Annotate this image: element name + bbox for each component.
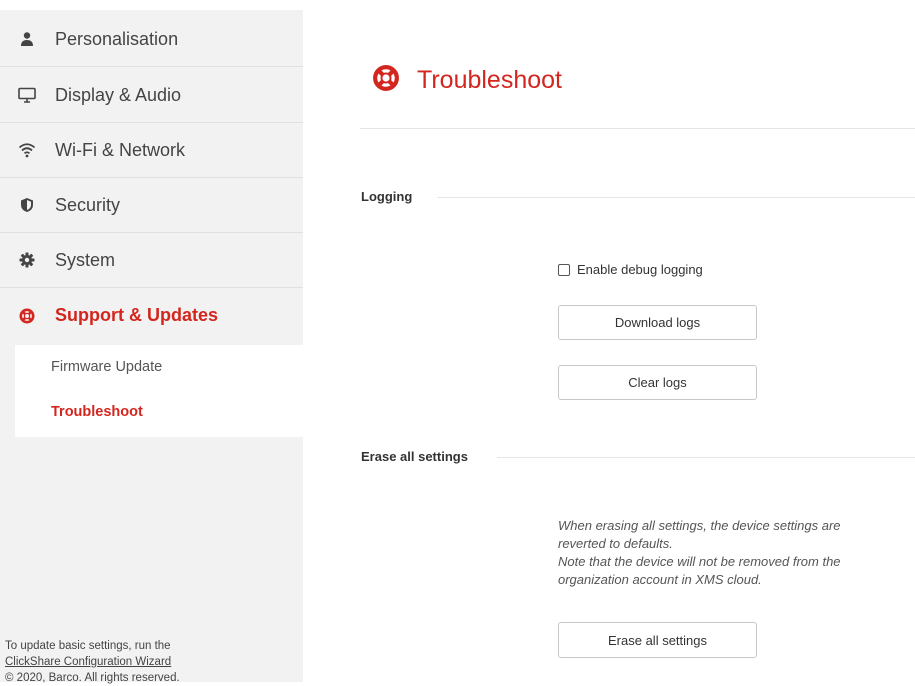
erase-description-line: reverted to defaults. [558, 536, 673, 551]
shield-icon [18, 196, 36, 214]
erase-description: When erasing all settings, the device se… [558, 517, 910, 589]
sidebar-item-label: Personalisation [55, 28, 179, 49]
section-divider [437, 197, 915, 198]
wifi-icon [18, 141, 36, 159]
sidebar-item-wifi-network[interactable]: Wi-Fi & Network [0, 123, 303, 178]
page-title: Troubleshoot [417, 65, 562, 94]
gear-icon [18, 251, 36, 269]
sidebar-item-label: Support & Updates [55, 305, 219, 325]
clear-logs-button[interactable]: Clear logs [558, 365, 757, 400]
debug-logging-label: Enable debug logging [577, 262, 703, 277]
sidebar-item-label: Wi-Fi & Network [55, 139, 185, 160]
logging-section-title: Logging [361, 189, 413, 204]
download-logs-button[interactable]: Download logs [558, 305, 757, 340]
lifebuoy-icon [18, 307, 36, 325]
sidebar-item-label: Security [55, 194, 121, 215]
erase-all-settings-button[interactable]: Erase all settings [558, 622, 757, 658]
monitor-icon [18, 86, 36, 104]
subnav: Firmware Update Troubleshoot [15, 345, 303, 437]
sidebar-item-system[interactable]: System [0, 233, 303, 288]
erase-description-line: Note that the device will not be removed… [558, 554, 841, 569]
sidebar-footer: To update basic settings, run the ClickS… [5, 638, 295, 686]
subnav-item-firmware-update[interactable]: Firmware Update [51, 359, 162, 375]
sidebar-item-label: Display & Audio [55, 84, 182, 105]
erase-section-title: Erase all settings [361, 449, 468, 464]
lifebuoy-icon [372, 64, 400, 97]
subnav-item-troubleshoot[interactable]: Troubleshoot [51, 404, 143, 420]
erase-description-line: When erasing all settings, the device se… [558, 518, 841, 533]
sidebar-item-personalisation[interactable]: Personalisation [0, 12, 303, 67]
title-divider [360, 128, 915, 129]
debug-logging-checkbox[interactable] [558, 263, 570, 276]
sidebar-item-label: System [55, 249, 116, 270]
page-header: Troubleshoot [372, 62, 562, 98]
footer-text: To update basic settings, run the [5, 640, 171, 652]
sidebar-item-security[interactable]: Security [0, 178, 303, 233]
configuration-wizard-link[interactable]: ClickShare Configuration Wizard [5, 656, 171, 668]
erase-description-line: organization account in XMS cloud. [558, 572, 762, 587]
debug-logging-toggle[interactable]: Enable debug logging [558, 262, 703, 277]
sidebar-item-display-audio[interactable]: Display & Audio [0, 68, 303, 123]
sidebar-item-support-updates[interactable]: Support & Updates [0, 288, 303, 343]
copyright: © 2020, Barco. All rights reserved. [5, 672, 180, 684]
section-divider [497, 457, 915, 458]
person-icon [18, 30, 36, 48]
